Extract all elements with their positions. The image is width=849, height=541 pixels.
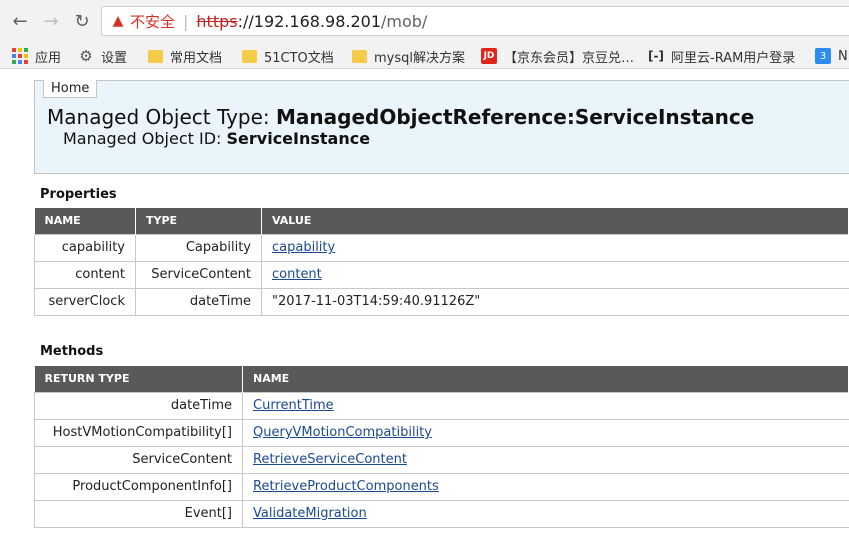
property-name: content bbox=[34, 260, 136, 289]
mo-type-label: Managed Object Type: bbox=[47, 105, 277, 129]
properties-header-row: NAME TYPE VALUE bbox=[34, 208, 849, 234]
method-return-type: dateTime bbox=[34, 391, 243, 420]
mo-type-value: ManagedObjectReference:ServiceInstance bbox=[276, 105, 755, 129]
column-header-value: VALUE bbox=[261, 208, 849, 234]
column-header-type: TYPE bbox=[135, 208, 262, 234]
address-bar[interactable]: ▲ 不安全 | https :// 192.168.98.201 /mob/ bbox=[101, 6, 849, 36]
property-type: ServiceContent bbox=[135, 260, 262, 289]
property-value-cell: capability bbox=[261, 233, 849, 262]
url-path: /mob/ bbox=[381, 11, 428, 31]
gear-icon: ⚙ bbox=[79, 47, 93, 65]
property-value-cell: content bbox=[261, 260, 849, 289]
properties-title: Properties bbox=[40, 187, 117, 202]
bookmark-label: 应用 bbox=[35, 50, 62, 66]
omnibox-divider: | bbox=[183, 11, 189, 31]
bookmark-label: 设置 bbox=[101, 50, 128, 66]
method-return-type: Event[] bbox=[34, 499, 243, 528]
property-value: "2017-11-03T14:59:40.91126Z" bbox=[261, 287, 849, 316]
bookmark-folder-51cto[interactable]: 51CTO文档 bbox=[242, 46, 334, 66]
url-host: 192.168.98.201 bbox=[253, 11, 381, 31]
method-return-type: HostVMotionCompatibility[] bbox=[34, 418, 243, 447]
properties-table: NAME TYPE VALUE capability Capability ca… bbox=[34, 208, 849, 316]
method-cell: RetrieveServiceContent bbox=[242, 445, 849, 474]
bookmark-label: N bbox=[838, 48, 848, 64]
table-row: HostVMotionCompatibility[] QueryVMotionC… bbox=[34, 418, 849, 447]
back-arrow-icon[interactable]: ← bbox=[9, 10, 31, 32]
methods-title: Methods bbox=[40, 344, 104, 359]
warning-triangle-icon[interactable]: ▲ bbox=[110, 13, 126, 29]
bookmark-label: 阿里云-RAM用户登录 bbox=[671, 50, 796, 66]
bookmarks-bar: 应用 ⚙ 设置 常用文档 51CTO文档 mysql解决方案 JD 【京东会员】… bbox=[0, 42, 849, 69]
table-row: Event[] ValidateMigration bbox=[34, 499, 849, 528]
n-icon: 3 bbox=[815, 48, 831, 64]
managed-object-id: Managed Object ID: ServiceInstance bbox=[63, 129, 370, 148]
apps-grid-icon bbox=[12, 48, 28, 64]
table-row: content ServiceContent content bbox=[34, 260, 849, 289]
property-name: serverClock bbox=[34, 287, 136, 316]
browser-toolbar: ← → ↻ ▲ 不安全 | https :// 192.168.98.201 /… bbox=[0, 0, 849, 42]
folder-icon bbox=[242, 49, 257, 63]
methods-table: RETURN TYPE NAME dateTime CurrentTime Ho… bbox=[34, 366, 849, 528]
property-type: dateTime bbox=[135, 287, 262, 316]
mo-id-label: Managed Object ID: bbox=[63, 129, 227, 148]
method-link[interactable]: CurrentTime bbox=[253, 398, 334, 413]
bookmark-label: 51CTO文档 bbox=[264, 50, 334, 66]
jd-icon: JD bbox=[481, 48, 497, 64]
method-cell: QueryVMotionCompatibility bbox=[242, 418, 849, 447]
table-row: dateTime CurrentTime bbox=[34, 391, 849, 420]
method-cell: ValidateMigration bbox=[242, 499, 849, 528]
property-value-link[interactable]: capability bbox=[272, 240, 335, 255]
column-header-return-type: RETURN TYPE bbox=[34, 366, 243, 392]
url-scheme: https bbox=[196, 11, 238, 31]
mo-id-value: ServiceInstance bbox=[226, 129, 371, 148]
method-link[interactable]: RetrieveProductComponents bbox=[253, 479, 439, 494]
method-return-type: ServiceContent bbox=[34, 445, 243, 474]
method-return-type: ProductComponentInfo[] bbox=[34, 472, 243, 501]
bookmark-n[interactable]: 3 N bbox=[815, 46, 848, 66]
bookmark-folder-mysql[interactable]: mysql解决方案 bbox=[352, 46, 465, 66]
bookmark-apps[interactable]: 应用 bbox=[12, 46, 61, 66]
reload-icon[interactable]: ↻ bbox=[71, 10, 93, 32]
property-name: capability bbox=[34, 233, 136, 262]
folder-icon bbox=[148, 49, 163, 63]
bookmark-label: 常用文档 bbox=[170, 50, 223, 66]
property-value-link[interactable]: content bbox=[272, 267, 322, 282]
bookmark-settings[interactable]: ⚙ 设置 bbox=[78, 46, 127, 66]
home-link[interactable]: Home bbox=[43, 80, 98, 98]
methods-header-row: RETURN TYPE NAME bbox=[34, 366, 849, 392]
aliyun-icon: [-] bbox=[648, 49, 664, 63]
table-row: serverClock dateTime "2017-11-03T14:59:4… bbox=[34, 287, 849, 316]
bookmark-jd[interactable]: JD 【京东会员】京豆兑… bbox=[481, 46, 634, 66]
forward-arrow-icon[interactable]: → bbox=[40, 10, 62, 32]
url-scheme-separator: :// bbox=[237, 11, 254, 31]
object-header: Home Managed Object Type: ManagedObjectR… bbox=[34, 80, 849, 174]
managed-object-type: Managed Object Type: ManagedObjectRefere… bbox=[47, 105, 754, 129]
method-cell: CurrentTime bbox=[242, 391, 849, 420]
column-header-name: NAME bbox=[34, 208, 136, 234]
method-link[interactable]: ValidateMigration bbox=[253, 506, 367, 521]
column-header-method-name: NAME bbox=[242, 366, 849, 392]
table-row: ServiceContent RetrieveServiceContent bbox=[34, 445, 849, 474]
bookmark-aliyun[interactable]: [-] 阿里云-RAM用户登录 bbox=[648, 46, 795, 66]
bookmark-folder-docs[interactable]: 常用文档 bbox=[148, 46, 222, 66]
method-link[interactable]: QueryVMotionCompatibility bbox=[253, 425, 432, 440]
mob-page: Home Managed Object Type: ManagedObjectR… bbox=[34, 80, 849, 528]
property-type: Capability bbox=[135, 233, 262, 262]
table-row: ProductComponentInfo[] RetrieveProductCo… bbox=[34, 472, 849, 501]
method-cell: RetrieveProductComponents bbox=[242, 472, 849, 501]
method-link[interactable]: RetrieveServiceContent bbox=[253, 452, 407, 467]
folder-icon bbox=[352, 49, 367, 63]
bookmark-label: 【京东会员】京豆兑… bbox=[504, 50, 635, 66]
security-label[interactable]: 不安全 bbox=[130, 11, 175, 32]
bookmark-label: mysql解决方案 bbox=[374, 50, 465, 66]
table-row: capability Capability capability bbox=[34, 233, 849, 262]
